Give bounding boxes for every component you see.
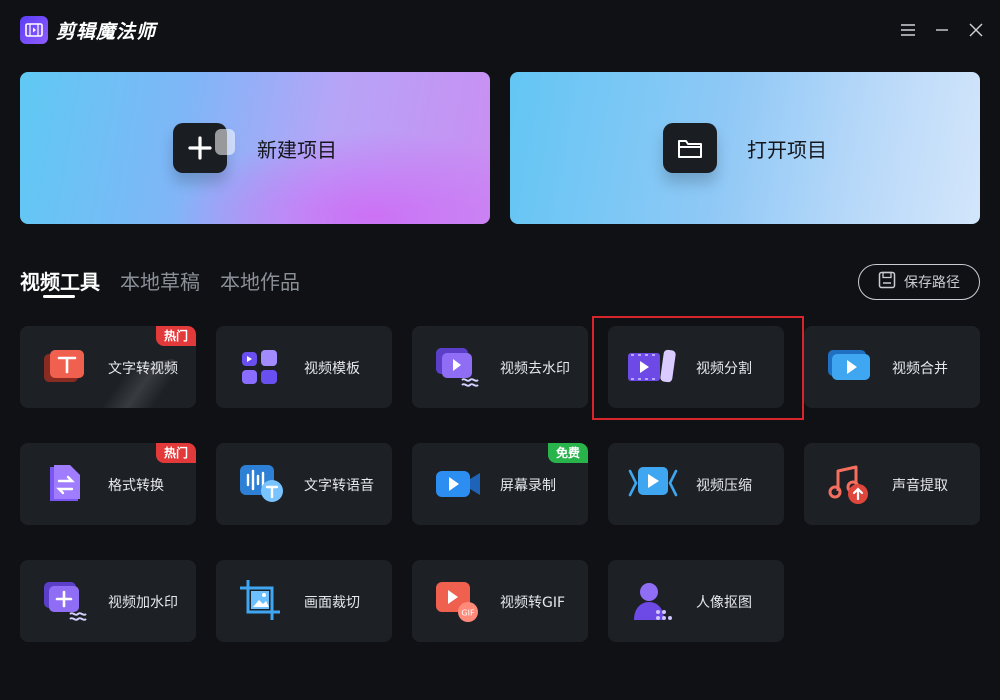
- hot-badge: 热门: [155, 443, 196, 463]
- folder-open-icon: [663, 123, 717, 173]
- save-icon: [878, 271, 896, 293]
- split-video-icon: [628, 346, 676, 388]
- merge-video-icon: [828, 346, 872, 388]
- tool-portrait-cutout[interactable]: 人像抠图: [608, 560, 784, 642]
- save-path-button[interactable]: 保存路径: [858, 264, 980, 300]
- tool-crop[interactable]: 画面裁切: [216, 560, 392, 642]
- plus-icon: [173, 123, 235, 173]
- tool-screen-record[interactable]: 屏幕录制 免费: [412, 443, 588, 525]
- free-badge: 免费: [547, 443, 588, 463]
- tool-label: 人像抠图: [696, 595, 752, 611]
- text-to-speech-icon: [240, 463, 284, 505]
- remove-watermark-icon: [436, 346, 480, 388]
- tool-add-watermark[interactable]: 视频加水印: [20, 560, 196, 642]
- format-convert-icon: [44, 463, 88, 505]
- minimize-icon[interactable]: [932, 20, 952, 40]
- title-bar: 剪辑魔法师: [0, 0, 1000, 60]
- tool-remove-watermark[interactable]: 视频去水印: [412, 326, 588, 408]
- screen-record-icon: [436, 463, 480, 505]
- new-project-card[interactable]: 新建项目: [20, 72, 490, 224]
- portrait-cutout-icon: [632, 580, 676, 622]
- video-to-gif-icon: GIF: [436, 580, 480, 622]
- tool-label: 画面裁切: [304, 595, 360, 611]
- tool-label: 视频分割: [696, 361, 752, 377]
- tool-label: 视频加水印: [108, 595, 178, 611]
- tool-format-convert[interactable]: 格式转换 热门: [20, 443, 196, 525]
- new-project-label: 新建项目: [257, 137, 337, 162]
- crop-icon: [240, 580, 284, 622]
- svg-text:GIF: GIF: [461, 609, 475, 618]
- tool-label: 视频转GIF: [500, 595, 566, 611]
- tool-extract-audio[interactable]: 声音提取: [804, 443, 980, 525]
- tool-label: 屏幕录制: [500, 478, 556, 494]
- open-project-label: 打开项目: [747, 137, 827, 162]
- tool-label: 文字转语音: [304, 478, 374, 494]
- tool-label: 视频合并: [892, 361, 948, 377]
- tool-text-to-speech[interactable]: 文字转语音: [216, 443, 392, 525]
- active-tab-indicator: [43, 295, 75, 298]
- tool-split-video[interactable]: 视频分割: [608, 326, 784, 408]
- app-title: 剪辑魔法师: [56, 21, 157, 43]
- open-project-card[interactable]: 打开项目: [510, 72, 980, 224]
- tile-shine: [85, 358, 185, 408]
- compress-video-icon: [628, 463, 678, 505]
- tool-text-to-video[interactable]: 文字转视频 热门: [20, 326, 196, 408]
- save-path-label: 保存路径: [904, 275, 960, 291]
- menu-icon[interactable]: [898, 20, 918, 40]
- tool-video-template[interactable]: 视频模板: [216, 326, 392, 408]
- tool-label: 视频去水印: [500, 361, 570, 377]
- close-icon[interactable]: [966, 20, 986, 40]
- tool-label: 声音提取: [892, 478, 948, 494]
- tab-local-drafts[interactable]: 本地草稿: [120, 266, 200, 295]
- tool-label: 格式转换: [108, 478, 164, 494]
- tool-label: 视频模板: [304, 361, 360, 377]
- text-to-video-icon: [44, 346, 88, 388]
- app-logo-icon: [20, 16, 48, 44]
- hot-badge: 热门: [155, 326, 196, 346]
- tab-video-tools[interactable]: 视频工具: [20, 266, 100, 295]
- tab-local-works[interactable]: 本地作品: [220, 266, 300, 295]
- tool-label: 视频压缩: [696, 478, 752, 494]
- tool-merge-video[interactable]: 视频合并: [804, 326, 980, 408]
- template-icon: [240, 346, 284, 388]
- add-watermark-icon: [44, 580, 88, 622]
- tool-video-to-gif[interactable]: GIF 视频转GIF: [412, 560, 588, 642]
- tool-compress-video[interactable]: 视频压缩: [608, 443, 784, 525]
- extract-audio-icon: [828, 463, 872, 505]
